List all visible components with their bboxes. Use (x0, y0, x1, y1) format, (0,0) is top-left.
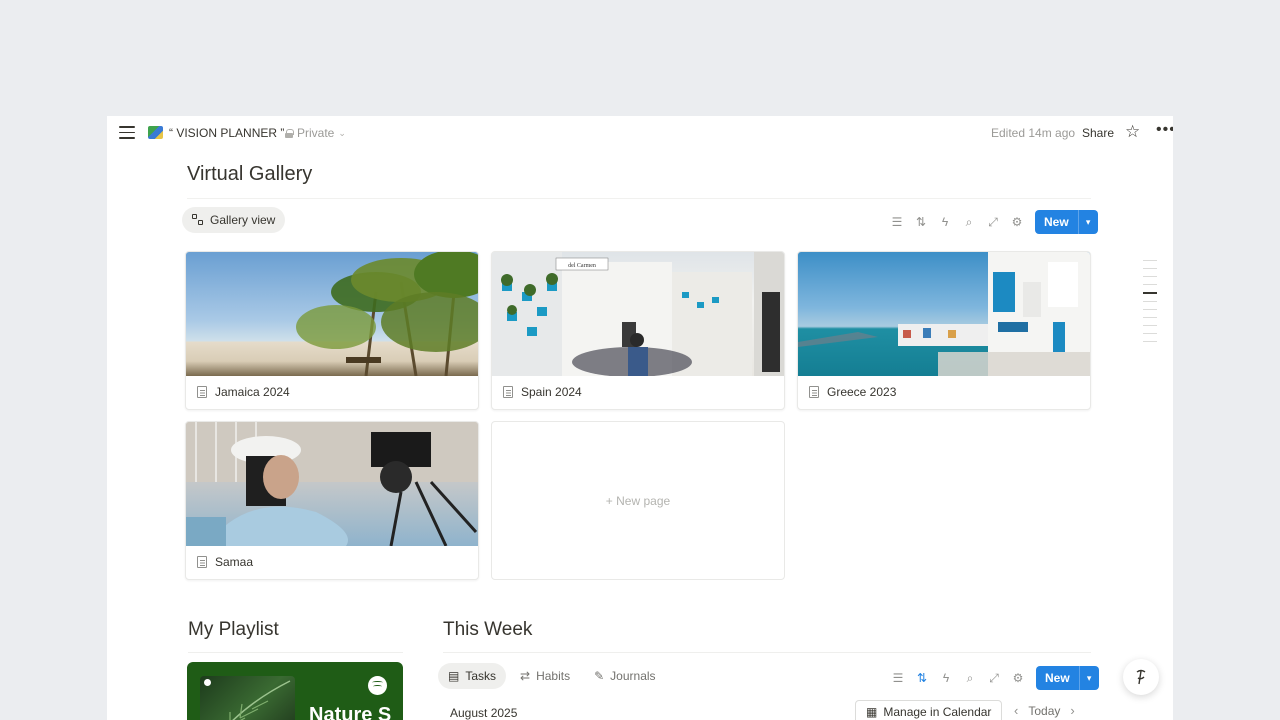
divider (188, 652, 403, 653)
tab-habits[interactable]: ⇄ Habits (510, 663, 580, 689)
search-icon[interactable]: ⌕ (958, 667, 982, 689)
search-icon[interactable]: ⌕ (957, 211, 981, 233)
filter-icon[interactable]: ☰ (885, 211, 909, 233)
menu-icon[interactable] (119, 126, 135, 140)
privacy-label: Private (297, 126, 335, 140)
chevron-down-icon[interactable]: ▾ (1078, 666, 1099, 690)
manage-label: Manage in Calendar (883, 705, 992, 719)
today-button[interactable]: Today (1028, 704, 1060, 718)
card-title-text: Greece 2023 (827, 385, 897, 399)
new-button[interactable]: New ▾ (1035, 210, 1098, 234)
card-title: Greece 2023 (809, 385, 896, 399)
gallery-card-samaa[interactable]: Samaa (185, 421, 479, 580)
gallery-view-label: Gallery view (210, 213, 276, 227)
calendar-icon: ▦ (866, 705, 878, 719)
playlist-heading: My Playlist (188, 619, 279, 640)
this-week-heading: This Week (443, 619, 533, 640)
new-button[interactable]: New ▾ (1036, 666, 1099, 690)
fern-image (229, 680, 291, 720)
gallery-card-greece[interactable]: Greece 2023 (797, 251, 1091, 410)
playlist-name: Nature S (309, 704, 392, 720)
spotify-icon[interactable] (368, 676, 387, 695)
tab-label: Habits (536, 669, 571, 683)
privacy-dropdown[interactable]: Private ⌄ (285, 126, 346, 140)
edited-timestamp: Edited 14m ago (991, 126, 1076, 140)
gallery-card-spain[interactable]: del Carmen Spain 2024 (491, 251, 785, 410)
cover-image (798, 252, 1090, 376)
calendar-month: August 2025 (450, 706, 518, 720)
chevron-right-icon[interactable]: › (1070, 703, 1074, 718)
divider (187, 198, 1091, 199)
tab-tasks[interactable]: ▤ Tasks (438, 663, 507, 689)
tab-label: Journals (610, 669, 656, 683)
new-page-card[interactable]: + New page (491, 421, 785, 580)
card-title: Jamaica 2024 (197, 385, 290, 399)
gallery-heading: Virtual Gallery (187, 163, 313, 185)
outline-scroll-indicator[interactable] (1143, 260, 1157, 349)
top-bar: “ VISION PLANNER ” Private ⌄ Edited 14m … (107, 116, 1173, 150)
palm-trees-image (296, 252, 478, 377)
repeat-icon: ⇄ (520, 669, 531, 683)
new-button-label[interactable]: New (1035, 210, 1078, 234)
spotify-small-logo-icon (204, 679, 211, 686)
page-icon (809, 386, 819, 398)
expand-icon[interactable]: ⤢ (981, 211, 1005, 233)
ai-face-icon (1136, 669, 1146, 685)
sort-icon[interactable]: ⇅ (910, 667, 934, 689)
page-icon (503, 386, 513, 398)
calendar-nav: ‹ Today › (1014, 703, 1075, 718)
week-toolbar: ☰ ⇅ ϟ ⌕ ⤢ ⚙ New ▾ (886, 666, 1099, 690)
sort-icon[interactable]: ⇅ (909, 211, 933, 233)
card-title: Spain 2024 (503, 385, 582, 399)
card-title-text: Jamaica 2024 (215, 385, 290, 399)
coastal-town-image (798, 252, 1090, 376)
card-title: Samaa (197, 555, 253, 569)
chevron-down-icon[interactable]: ▾ (1077, 210, 1098, 234)
star-icon[interactable]: ☆ (1125, 122, 1140, 142)
card-title-text: Samaa (215, 555, 254, 569)
manage-in-calendar-button[interactable]: ▦ Manage in Calendar (855, 700, 1003, 720)
share-button[interactable]: Share (1082, 126, 1114, 140)
gallery-view-tab[interactable]: Gallery view (182, 207, 286, 233)
automation-icon[interactable]: ϟ (934, 667, 958, 689)
page-icon (197, 386, 207, 398)
filter-icon[interactable]: ☰ (886, 667, 910, 689)
page-breadcrumb[interactable]: “ VISION PLANNER ” (169, 126, 284, 140)
lock-icon (285, 128, 294, 138)
chevron-left-icon[interactable]: ‹ (1014, 703, 1018, 718)
divider (443, 652, 1091, 653)
tab-label: Tasks (465, 669, 497, 683)
cover-image (186, 422, 478, 547)
chevron-down-icon: ⌄ (338, 127, 346, 138)
cover-image (186, 252, 478, 377)
new-button-label[interactable]: New (1036, 666, 1079, 690)
spotify-embed[interactable]: Nature S (187, 662, 403, 720)
more-options-icon[interactable]: ••• (1156, 121, 1173, 139)
gallery-icon (192, 214, 204, 226)
table-icon: ▤ (448, 669, 460, 683)
page-icon (197, 556, 207, 568)
street-sign-text: del Carmen (568, 263, 596, 269)
ai-assistant-icon[interactable] (1123, 659, 1159, 695)
person-with-camera-image (186, 422, 478, 547)
settings-icon[interactable]: ⚙ (1006, 667, 1030, 689)
playlist-cover-image (200, 676, 295, 720)
settings-icon[interactable]: ⚙ (1005, 211, 1029, 233)
card-title-text: Spain 2024 (521, 385, 582, 399)
week-tabs: ▤ Tasks ⇄ Habits ✎ Journals (438, 663, 666, 689)
tab-journals[interactable]: ✎ Journals (584, 663, 665, 689)
edit-icon: ✎ (594, 669, 605, 683)
automation-icon[interactable]: ϟ (933, 211, 957, 233)
white-village-image: del Carmen (492, 252, 784, 377)
gallery-card-jamaica[interactable]: Jamaica 2024 (185, 251, 479, 410)
notion-window: “ VISION PLANNER ” Private ⌄ Edited 14m … (107, 116, 1173, 720)
cover-image: del Carmen (492, 252, 784, 377)
gallery-toolbar: ☰ ⇅ ϟ ⌕ ⤢ ⚙ New ▾ (885, 210, 1098, 234)
expand-icon[interactable]: ⤢ (982, 667, 1006, 689)
map-icon[interactable] (148, 126, 163, 139)
